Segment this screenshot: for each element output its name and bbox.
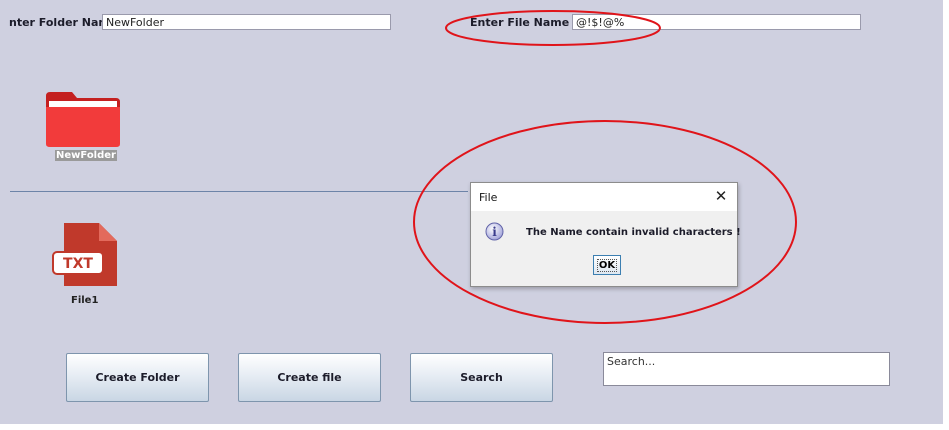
search-input[interactable]: Search...: [603, 352, 890, 386]
main-panel: nter Folder Name NewFolder Enter File Na…: [0, 0, 943, 424]
file-name-input[interactable]: @!$!@%: [572, 14, 861, 30]
create-folder-button[interactable]: Create Folder: [66, 353, 209, 402]
info-icon: i: [485, 222, 504, 241]
file-name-label: Enter File Name: [470, 16, 570, 29]
close-icon[interactable]: ✕: [711, 185, 731, 207]
error-dialog: File ✕ i The Name contain invalid charac…: [470, 182, 741, 287]
file-item[interactable]: TXT: [51, 223, 117, 289]
ok-button-label: OK: [596, 258, 618, 272]
folder-item-label: NewFolder: [55, 150, 117, 161]
txt-badge: TXT: [63, 256, 93, 272]
folder-item[interactable]: [44, 90, 122, 150]
folder-name-input[interactable]: NewFolder: [102, 14, 391, 30]
dialog-title: File: [479, 191, 498, 204]
dialog-title-bar[interactable]: File ✕: [471, 183, 737, 211]
file-item-label: File1: [71, 295, 99, 306]
divider: [10, 191, 468, 192]
search-button[interactable]: Search: [410, 353, 553, 402]
dialog-message: The Name contain invalid characters !: [526, 227, 741, 238]
txt-file-icon: TXT: [52, 223, 117, 286]
svg-text:i: i: [492, 225, 497, 239]
ok-button[interactable]: OK: [593, 255, 621, 275]
create-file-button[interactable]: Create file: [238, 353, 381, 402]
folder-icon: [46, 92, 120, 147]
